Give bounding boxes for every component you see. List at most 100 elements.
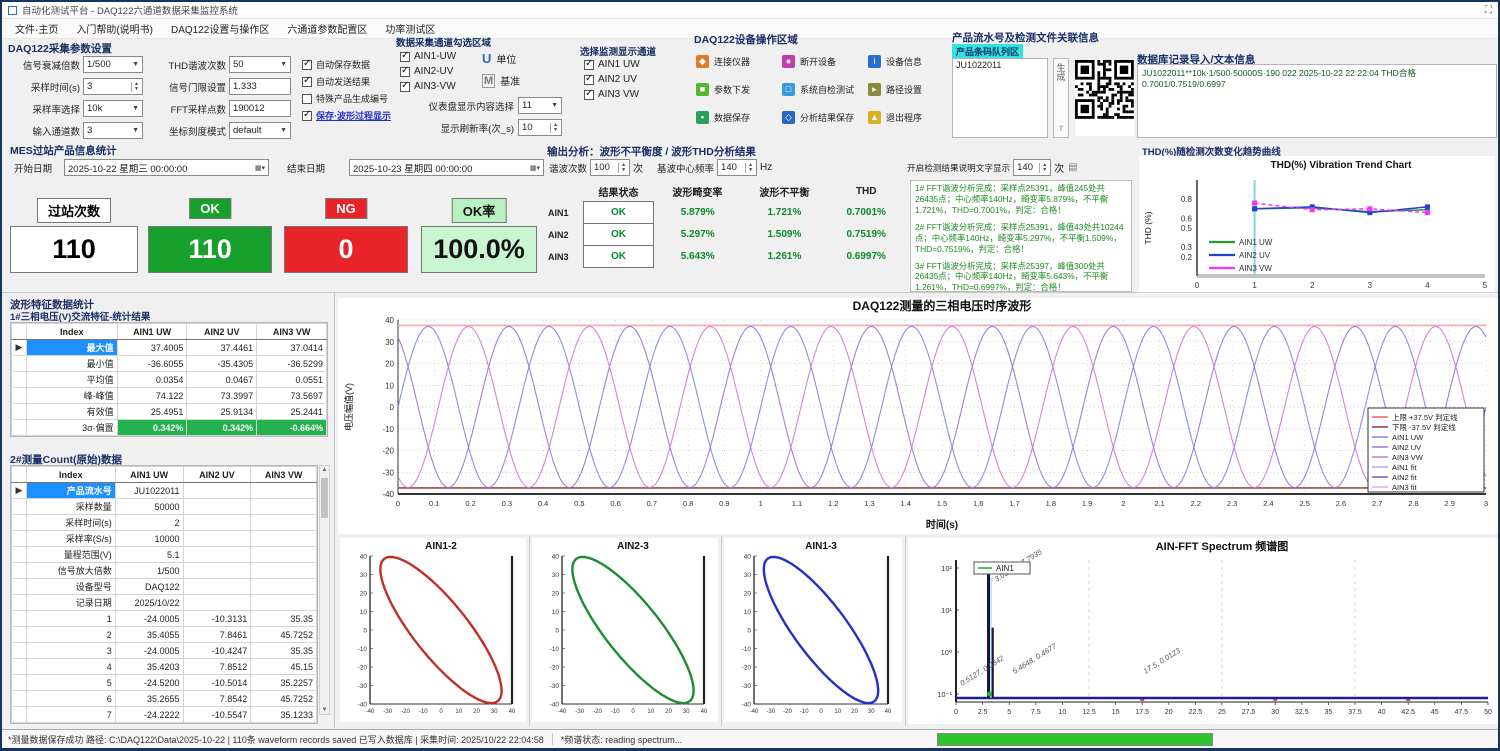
raw-row-2[interactable]: 采样时间(s)2 xyxy=(12,515,317,531)
menu-item-0[interactable]: 文件·主页 xyxy=(6,19,67,38)
analysis-notes[interactable]: 1# FFT谐波分析完成：采样点25391，峰值245处共26435点；中心频率… xyxy=(910,180,1132,292)
acq1-select[interactable]: 3▼ xyxy=(83,122,143,139)
stats-row-0[interactable]: ▶最大值37.400537.446137.0414 xyxy=(12,340,327,356)
checkbox-icon[interactable] xyxy=(584,75,594,85)
device-button-param[interactable]: ■参数下发 xyxy=(694,78,780,100)
refresh-rate-spinner[interactable]: 10▲▼ xyxy=(518,119,562,136)
spinner-arrows-icon[interactable]: ▲▼ xyxy=(745,163,753,173)
raw-table[interactable]: IndexAIN1 UWAIN2 UVAIN3 VW▶产品流水号JU102201… xyxy=(10,465,318,724)
checkbox-icon[interactable] xyxy=(400,67,410,77)
acq1-spin[interactable]: 3▲▼ xyxy=(83,78,143,95)
acq2-select[interactable]: default▼ xyxy=(229,122,291,139)
raw-row-0[interactable]: ▶产品流水号JU1022011 xyxy=(12,483,317,499)
channel-checkbox-0[interactable]: AIN1-UW xyxy=(400,51,456,62)
raw-row-1[interactable]: 采样数量50000 xyxy=(12,499,317,515)
channel-checkbox-2[interactable]: AIN3-VW xyxy=(400,81,456,92)
raw-row-9[interactable]: 235.40557.846145.7252 xyxy=(12,627,317,643)
stats-row-3[interactable]: 峰-峰值74.12273.399773.5697 xyxy=(12,388,327,404)
spinner-arrows-icon[interactable]: ▲▼ xyxy=(550,123,558,133)
reference-button[interactable]: M 基准 xyxy=(482,73,520,88)
raw-row-14[interactable]: 7-24.2222-10.554735.1233 xyxy=(12,707,317,723)
device-button-report[interactable]: ◇分析结果保存 xyxy=(780,106,866,128)
raw-row-5[interactable]: 信号放大倍数1/500 xyxy=(12,563,317,579)
stats-row-1[interactable]: 最小值-36.6055-35.4305-36.5299 xyxy=(12,356,327,372)
menu-item-3[interactable]: 六通道参数配置区 xyxy=(278,19,376,38)
window-title: 自动化测试平台 - DAQ122六通道数据采集监控系统 xyxy=(22,3,238,17)
barcode-queue-list[interactable]: JU1022011 xyxy=(952,58,1048,138)
raw-row-10[interactable]: 3-24.0005-10.424735.35 xyxy=(12,643,317,659)
raw-row-8[interactable]: 1-24.0005-10.313135.35 xyxy=(12,611,317,627)
acq1-select[interactable]: 10k▼ xyxy=(83,100,143,117)
stats-row-2[interactable]: 平均值0.03540.04670.0551 xyxy=(12,372,327,388)
reference-icon: M xyxy=(482,74,495,88)
scrollbar-thumb[interactable] xyxy=(321,478,328,518)
raw-row-3[interactable]: 采样率(S/s)10000 xyxy=(12,531,317,547)
checkbox-icon[interactable] xyxy=(302,111,312,121)
raw-row-13[interactable]: 635.26557.854245.7252 xyxy=(12,691,317,707)
scroll-up-icon[interactable]: ▲ xyxy=(320,467,329,473)
channel-panel: 数据采集通道勾选区域 AIN1-UWAIN2-UVAIN3-VW U 单位 M … xyxy=(396,35,574,143)
thd-row-AIN3: AIN3OK5.643%1.261%0.6997% xyxy=(547,246,905,268)
monitor-checkbox-1[interactable]: AIN2 UV xyxy=(584,74,640,85)
device-button-save[interactable]: ▪数据保存 xyxy=(694,106,780,128)
start-date-picker[interactable]: 2025-10-22 星期三 00:00:00▦▾ xyxy=(64,159,269,176)
checkbox-icon[interactable] xyxy=(584,90,594,100)
channel-checkbox-1[interactable]: AIN2-UV xyxy=(400,66,456,77)
svg-text:2.9: 2.9 xyxy=(1445,499,1455,508)
acq-check-0[interactable]: 自动保存数据 xyxy=(302,58,382,71)
freq-spinner[interactable]: 140▲▼ xyxy=(717,159,757,176)
harmonic-spinner[interactable]: 100▲▼ xyxy=(590,159,630,176)
dashboard-select[interactable]: 11▼ xyxy=(518,97,562,114)
spinner-arrows-icon[interactable]: ▲▼ xyxy=(131,82,139,92)
device-button-plug[interactable]: ◆连接仪器 xyxy=(694,50,780,72)
svg-text:0.6: 0.6 xyxy=(1181,214,1193,223)
device-button-path[interactable]: ▸路径设置 xyxy=(866,78,952,100)
stats-table[interactable]: IndexAIN1 UWAIN2 UVAIN3 VW▶最大值37.400537.… xyxy=(10,322,328,437)
acq-check-3[interactable]: 保存·波形过程显示 xyxy=(302,109,382,122)
svg-text:20: 20 xyxy=(385,360,394,369)
generate-button[interactable]: 生成 ⇪ xyxy=(1053,58,1069,138)
monitor-checkbox-label: AIN2 UV xyxy=(598,74,637,85)
raw-table-vscrollbar[interactable]: ▲ ▼ xyxy=(319,465,330,715)
checkbox-icon[interactable] xyxy=(400,52,410,62)
acq2-select[interactable]: 50▼ xyxy=(229,56,291,73)
acq2-text[interactable]: 190012 xyxy=(229,100,291,117)
clipboard-icon[interactable]: ▤ xyxy=(1068,162,1077,173)
acq-check-1[interactable]: 自动发送结果 xyxy=(302,75,382,88)
end-date-picker[interactable]: 2025-10-23 星期四 00:00:00▦▾ xyxy=(349,159,544,176)
acq1-select[interactable]: 1/500▼ xyxy=(83,56,143,73)
hint-spinner[interactable]: 140▲▼ xyxy=(1013,159,1051,176)
spinner-arrows-icon[interactable]: ▲▼ xyxy=(618,163,626,173)
device-button-selftest[interactable]: □系统自检测试 xyxy=(780,78,866,100)
acq1-row-3: 输入通道数3▼ xyxy=(8,122,148,139)
device-button-exit[interactable]: ▲退出程序 xyxy=(866,106,952,128)
checkbox-icon[interactable] xyxy=(302,77,312,87)
raw-row-11[interactable]: 435.42037.851245.15 xyxy=(12,659,317,675)
monitor-checkbox-0[interactable]: AIN1 UW xyxy=(584,59,640,70)
checkbox-icon[interactable] xyxy=(584,60,594,70)
acq-check-2[interactable]: 特殊产品生成编号 xyxy=(302,92,382,105)
stats-row-4[interactable]: 有效值25.495125.913425.2441 xyxy=(12,404,327,420)
checkbox-icon[interactable] xyxy=(302,94,312,104)
scroll-down-icon[interactable]: ▼ xyxy=(320,707,329,713)
menu-item-2[interactable]: DAQ122设置与操作区 xyxy=(162,19,278,38)
spinner-arrows-icon[interactable]: ▲▼ xyxy=(1039,163,1047,173)
record-text-box[interactable]: JU1022011**10k·1/500·50000S·190 022 2025… xyxy=(1137,64,1497,138)
raw-row-7[interactable]: 记录日期2025/10/22 xyxy=(12,595,317,611)
checkbox-icon[interactable] xyxy=(302,60,312,70)
acq2-text[interactable]: 1.333 xyxy=(229,78,291,95)
raw-row-12[interactable]: 5-24.5200-10.501435.2257 xyxy=(12,675,317,691)
menu-item-1[interactable]: 入门帮助(说明书) xyxy=(67,19,162,38)
maximize-icon[interactable]: ⛶ xyxy=(1485,5,1492,16)
stats-row-5[interactable]: 3σ·偏置0.342%0.342%-0.664% xyxy=(12,420,327,436)
unit-button[interactable]: U 单位 xyxy=(482,51,516,66)
device-button-info[interactable]: i设备信息 xyxy=(866,50,952,72)
checkbox-icon[interactable] xyxy=(400,82,410,92)
svg-text:27.5: 27.5 xyxy=(1242,709,1256,716)
device-button-link[interactable]: ●断开设备 xyxy=(780,50,866,72)
raw-row-4[interactable]: 量程范围(V)5.1 xyxy=(12,547,317,563)
chevron-down-icon: ▼ xyxy=(548,102,558,109)
queue-item[interactable]: JU1022011 xyxy=(953,59,1047,71)
raw-row-6[interactable]: 设备型号DAQ122 xyxy=(12,579,317,595)
monitor-checkbox-2[interactable]: AIN3 VW xyxy=(584,89,640,100)
